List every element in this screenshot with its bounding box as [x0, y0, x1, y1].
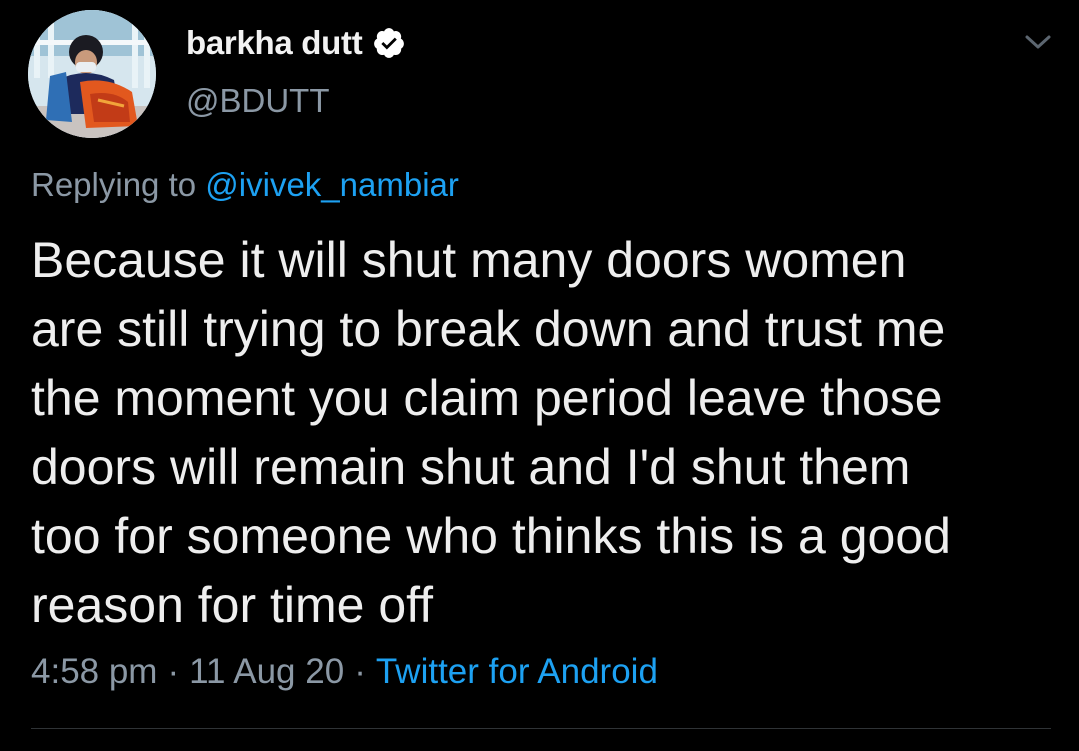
verified-badge-icon: [372, 26, 406, 60]
tweet-text: Because it will shut many doors women ar…: [31, 232, 951, 633]
meta-separator: ·: [167, 652, 180, 691]
author-name-row[interactable]: barkha dutt: [186, 20, 406, 66]
tweet-time[interactable]: 4:58 pm: [31, 652, 157, 691]
author-handle[interactable]: @BDUTT: [186, 82, 330, 120]
meta-separator: ·: [354, 652, 366, 691]
tweet-source-link[interactable]: Twitter for Android: [376, 652, 658, 691]
replying-to-handle-link[interactable]: @ivivek_nambiar: [205, 166, 459, 203]
tweet-date[interactable]: 11 Aug 20: [189, 652, 344, 691]
chevron-down-icon[interactable]: [1021, 28, 1055, 56]
replying-to-prefix: Replying to: [31, 166, 197, 203]
author-display-name[interactable]: barkha dutt: [186, 24, 363, 62]
tweet-meta: 4:58 pm · 11 Aug 20 · Twitter for Android: [31, 652, 658, 692]
tweet-detail: barkha dutt @BDUTT Replying to @ivivek_n…: [0, 0, 1079, 751]
replying-to-line: Replying to @ivivek_nambiar: [31, 166, 459, 204]
divider: [31, 728, 1051, 729]
avatar[interactable]: [28, 10, 156, 138]
profile-photo: [28, 10, 156, 138]
